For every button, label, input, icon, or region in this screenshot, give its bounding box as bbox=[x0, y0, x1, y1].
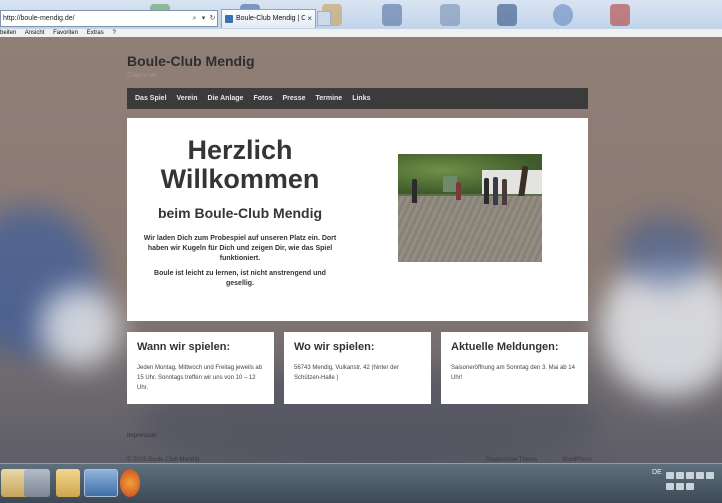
welcome-heading-line2: Willkommen bbox=[160, 164, 320, 194]
photo-player bbox=[502, 179, 507, 205]
tray-app-icon[interactable] bbox=[666, 483, 674, 490]
tray-app-icon[interactable] bbox=[686, 483, 694, 490]
desktop-shield-icon bbox=[440, 4, 460, 26]
welcome-subheading: beim Boule-Club Mendig bbox=[157, 205, 323, 221]
desktop-check-icon bbox=[497, 4, 517, 26]
menu-bar: beiten Ansicht Favoriten Extras ? bbox=[0, 29, 722, 37]
nav-termine[interactable]: Termine bbox=[310, 88, 347, 109]
search-icon[interactable]: ⌕ bbox=[190, 11, 199, 26]
photo-building bbox=[482, 170, 542, 194]
card-where-text: 56743 Mendig, Vulkanstr. 42 (hinter der … bbox=[294, 365, 399, 381]
nav-links[interactable]: Links bbox=[347, 88, 375, 109]
photo-player bbox=[412, 179, 417, 203]
address-bar[interactable]: http://boule-mendig.de/ ⌕ ▾ ↻ bbox=[0, 10, 218, 27]
internet-explorer-icon[interactable] bbox=[84, 469, 118, 497]
boule-players-photo bbox=[398, 154, 542, 262]
browser-chrome: http://boule-mendig.de/ ⌕ ▾ ↻ Boule-Club… bbox=[0, 0, 722, 37]
menu-item-edit[interactable]: beiten bbox=[0, 30, 16, 36]
desktop-app-icon bbox=[610, 4, 630, 26]
welcome-text-invite: Wir laden Dich zum Probespiel auf unsere… bbox=[143, 235, 337, 262]
photo-player bbox=[493, 177, 498, 205]
menu-item-view[interactable]: Ansicht bbox=[25, 30, 45, 36]
nav-die-anlage[interactable]: Die Anlage bbox=[203, 88, 249, 109]
nav-verein[interactable]: Verein bbox=[172, 88, 203, 109]
site-title[interactable]: Boule-Club Mendig bbox=[127, 53, 255, 69]
web-page: Boule-Club Mendig C'est la vie Das Spiel… bbox=[0, 37, 722, 463]
close-tab-icon[interactable]: × bbox=[307, 10, 312, 28]
card-when-title: Wann wir spielen: bbox=[137, 341, 231, 353]
tab-boule-club[interactable]: Boule-Club Mendig | C'est l... × bbox=[221, 9, 316, 28]
windows-taskbar: DE bbox=[0, 463, 722, 503]
desktop-globe-icon bbox=[553, 4, 573, 26]
nav-presse[interactable]: Presse bbox=[278, 88, 311, 109]
desktop-figure-icon bbox=[382, 4, 402, 26]
welcome-heading: Herzlich Willkommen bbox=[127, 136, 353, 194]
tray-volume-icon[interactable] bbox=[696, 472, 704, 479]
menu-item-extras[interactable]: Extras bbox=[87, 30, 104, 36]
card-where-we-play: Wo wir spielen: 56743 Mendig, Vulkanstr.… bbox=[284, 332, 431, 404]
mail-icon[interactable] bbox=[56, 469, 80, 497]
photo-gravel-ground bbox=[398, 196, 542, 262]
card-news-text: Saisoneröffnung am Sonntag den 3. Mai ab… bbox=[451, 365, 575, 381]
menu-item-help[interactable]: ? bbox=[112, 30, 115, 36]
nav-fotos[interactable]: Fotos bbox=[248, 88, 277, 109]
tray-arrow-icon[interactable] bbox=[666, 472, 674, 479]
new-tab-button[interactable] bbox=[317, 11, 331, 26]
firefox-icon[interactable] bbox=[120, 469, 140, 497]
nav-das-spiel[interactable]: Das Spiel bbox=[130, 88, 172, 109]
menu-item-favorites[interactable]: Favoriten bbox=[53, 30, 78, 36]
address-url[interactable]: http://boule-mendig.de/ bbox=[3, 11, 190, 26]
photo-shed bbox=[443, 176, 457, 192]
tray-app-icon[interactable] bbox=[706, 472, 714, 479]
media-player-icon[interactable] bbox=[24, 469, 50, 497]
tray-flag-icon[interactable] bbox=[676, 472, 684, 479]
system-tray[interactable] bbox=[666, 472, 722, 492]
main-navigation: Das Spiel Verein Die Anlage Fotos Presse… bbox=[127, 88, 588, 109]
language-indicator[interactable]: DE bbox=[652, 469, 662, 476]
background-blur bbox=[620, 217, 710, 287]
card-when-text: Jeden Montag, Mittwoch und Freitag jewei… bbox=[137, 365, 263, 391]
tray-network-icon[interactable] bbox=[686, 472, 694, 479]
background-blur bbox=[40, 287, 120, 367]
impressum-link[interactable]: Impressum bbox=[127, 433, 157, 439]
dropdown-icon[interactable]: ▾ bbox=[199, 11, 208, 26]
photo-player bbox=[484, 178, 489, 204]
card-news-title: Aktuelle Meldungen: bbox=[451, 341, 559, 353]
tab-title: Boule-Club Mendig | C'est l... bbox=[236, 15, 306, 22]
tray-app-icon[interactable] bbox=[676, 483, 684, 490]
favicon-icon bbox=[225, 15, 233, 23]
welcome-heading-line1: Herzlich bbox=[187, 135, 293, 165]
welcome-section: Herzlich Willkommen beim Boule-Club Mend… bbox=[127, 118, 588, 321]
card-when-we-play: Wann wir spielen: Jeden Montag, Mittwoch… bbox=[127, 332, 274, 404]
welcome-text-easy: Boule ist leicht zu lernen, ist nicht an… bbox=[154, 270, 326, 287]
photo-player bbox=[456, 182, 461, 200]
site-tagline: C'est la vie bbox=[127, 73, 157, 79]
refresh-icon[interactable]: ↻ bbox=[208, 11, 217, 26]
card-news: Aktuelle Meldungen: Saisoneröffnung am S… bbox=[441, 332, 588, 404]
card-where-title: Wo wir spielen: bbox=[294, 341, 375, 353]
